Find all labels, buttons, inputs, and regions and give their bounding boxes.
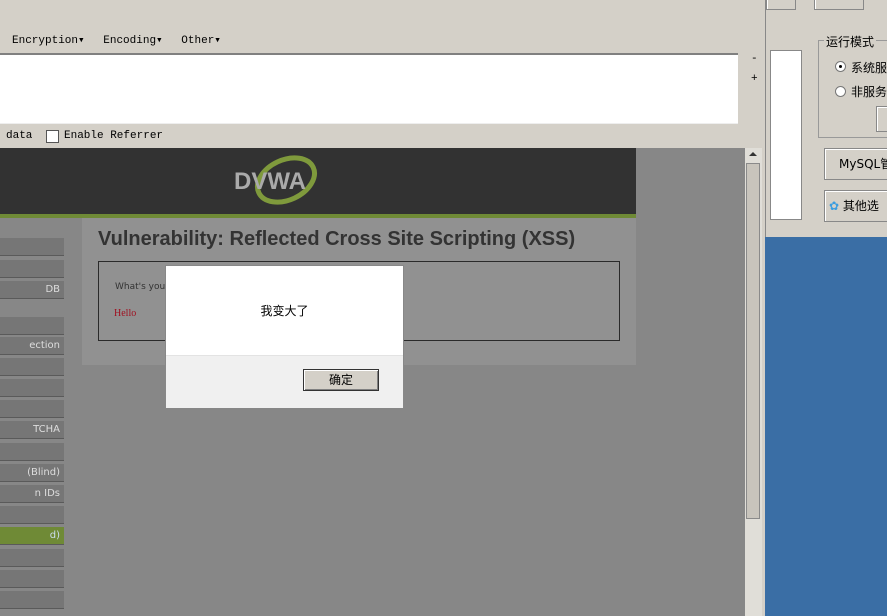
sidebar-item-label: (Blind) bbox=[27, 467, 60, 478]
radio-system-service-label: 系统服 bbox=[851, 61, 887, 75]
enable-referrer-label: Enable Referrer bbox=[64, 130, 164, 142]
desktop-background bbox=[765, 237, 887, 616]
sidebar-item[interactable]: (Blind) bbox=[0, 464, 64, 482]
name-prompt: What's you bbox=[115, 282, 166, 292]
sidebar-item[interactable]: n IDs bbox=[0, 485, 64, 503]
sidebar-item[interactable]: DB bbox=[0, 281, 64, 299]
sidebar-item[interactable] bbox=[0, 400, 64, 418]
sidebar-item[interactable] bbox=[0, 570, 64, 588]
encoding-menu[interactable]: Encoding▾ bbox=[103, 35, 162, 47]
sidebar-item[interactable] bbox=[0, 549, 64, 567]
sidebar-item[interactable] bbox=[0, 379, 64, 397]
page-title: Vulnerability: Reflected Cross Site Scri… bbox=[98, 228, 576, 250]
scroll-up-arrow[interactable] bbox=[749, 152, 757, 156]
alert-footer: 确定 bbox=[166, 355, 403, 408]
sidebar-item[interactable] bbox=[0, 317, 64, 335]
sidebar-item-label: n IDs bbox=[34, 488, 60, 499]
sidebar-item[interactable] bbox=[0, 238, 64, 256]
other-options-label: 其他选 bbox=[842, 199, 879, 213]
dvwa-header: DVWA bbox=[0, 148, 636, 214]
top-button[interactable] bbox=[814, 0, 864, 10]
sidebar-item[interactable]: TCHA bbox=[0, 421, 64, 439]
log-textbox bbox=[770, 50, 802, 220]
xss-output: Hello bbox=[114, 308, 137, 319]
group-button[interactable] bbox=[876, 106, 887, 132]
sidebar-item[interactable] bbox=[0, 358, 64, 376]
sidebar-item-label: ection bbox=[29, 340, 60, 351]
alert-message: 我变大了 bbox=[260, 304, 309, 318]
sidebar-item-label: TCHA bbox=[33, 424, 60, 435]
sidebar-item[interactable] bbox=[0, 260, 64, 278]
sidebar-item[interactable] bbox=[0, 591, 64, 609]
side-panel: 运行模式 系统服 非服务 MySQL管 ✿ 其他选 bbox=[765, 0, 887, 237]
sidebar-item[interactable] bbox=[0, 506, 64, 524]
sidebar-item[interactable]: d) bbox=[0, 527, 64, 545]
radio-non-service[interactable] bbox=[835, 86, 846, 97]
other-options-button[interactable]: ✿ 其他选 bbox=[824, 190, 887, 222]
top-button[interactable] bbox=[766, 0, 796, 10]
url-textarea[interactable] bbox=[0, 53, 738, 124]
post-data-label: data bbox=[6, 130, 33, 142]
mysql-button[interactable]: MySQL管 bbox=[824, 148, 887, 180]
sidebar-item[interactable] bbox=[0, 443, 64, 461]
alert-dialog: 我变大了 确定 bbox=[165, 265, 404, 408]
sidebar-item-label: d) bbox=[49, 530, 60, 541]
toolbar-menu: Encryption▾ Encoding▾ Other▾ bbox=[12, 33, 233, 47]
plus-button[interactable]: + bbox=[751, 73, 758, 85]
encryption-menu[interactable]: Encryption▾ bbox=[12, 35, 85, 47]
minus-button[interactable]: - bbox=[751, 53, 758, 65]
radio-non-service-label: 非服务 bbox=[851, 85, 887, 99]
gear-icon: ✿ bbox=[829, 199, 840, 213]
sidebar-item-label: DB bbox=[45, 284, 60, 295]
scroll-thumb[interactable] bbox=[746, 163, 760, 519]
enable-referrer-checkbox[interactable] bbox=[46, 130, 59, 143]
page-scrollbar[interactable] bbox=[745, 148, 762, 616]
ok-button[interactable]: 确定 bbox=[303, 369, 379, 391]
sidebar-item[interactable]: ection bbox=[0, 337, 64, 355]
run-mode-title: 运行模式 bbox=[824, 33, 877, 50]
dvwa-logo-text: DVWA bbox=[234, 168, 306, 195]
other-menu[interactable]: Other▾ bbox=[181, 35, 221, 47]
radio-system-service[interactable] bbox=[835, 61, 846, 72]
